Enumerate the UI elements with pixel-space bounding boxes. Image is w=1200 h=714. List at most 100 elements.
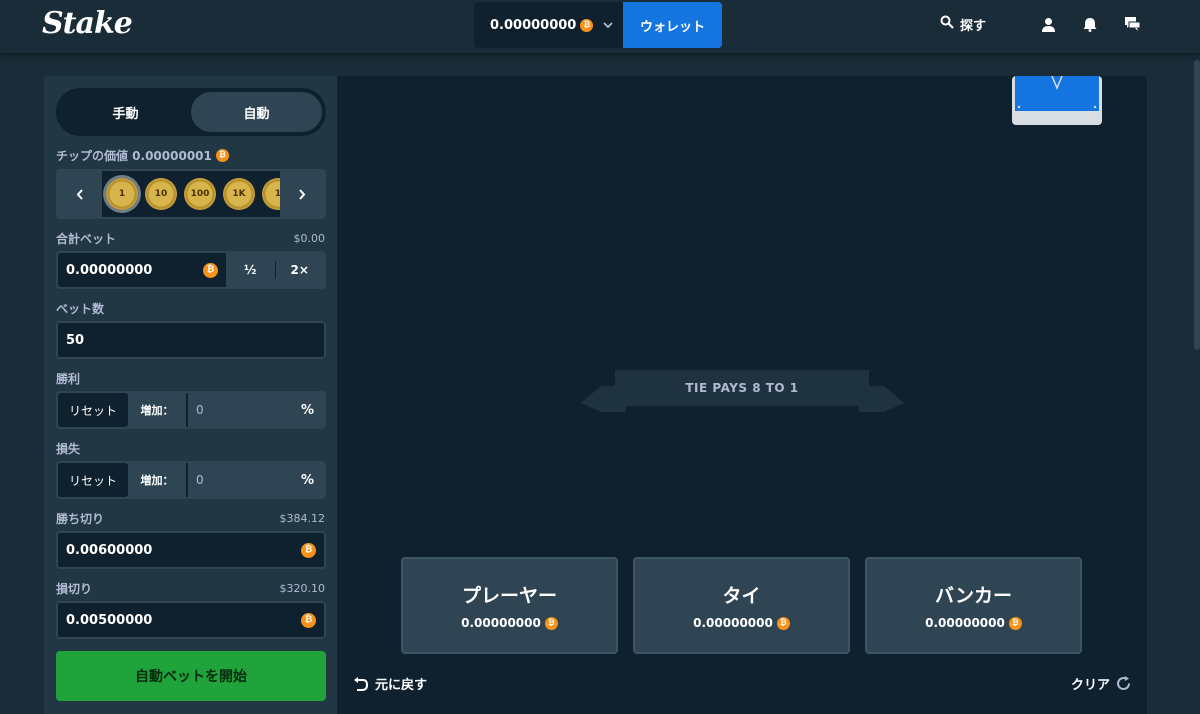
stop-profit-value: 0.00600000 [66, 542, 153, 558]
wallet-button[interactable]: ウォレット [623, 2, 722, 48]
chip-value-row: チップの価値 0.00000001 ₿ [56, 147, 325, 163]
btc-coin-icon: ₿ [203, 262, 218, 278]
stop-profit-label: 勝ち切り [56, 511, 105, 526]
stop-loss-value: 0.00500000 [66, 612, 153, 628]
chevron-left-icon [76, 188, 83, 200]
stake-logo[interactable]: Stake [42, 6, 133, 41]
bell-icon[interactable] [1080, 14, 1100, 34]
banker-amount: 0.00000000 [925, 616, 1005, 630]
total-bet-input[interactable]: 0.00000000 ₿ [58, 253, 226, 287]
on-win-reset-button[interactable]: リセット [58, 393, 128, 427]
stop-loss-usd: $320.10 [279, 581, 326, 595]
btc-coin-icon: ₿ [580, 18, 594, 32]
search-label: 探す [959, 18, 986, 34]
on-win-row: 勝利 [56, 370, 325, 386]
bet-count-label: ベット数 [56, 301, 105, 316]
tie-label: タイ [722, 585, 761, 607]
total-bet-usd: $0.00 [293, 231, 326, 245]
stop-profit-usd: $384.12 [279, 511, 326, 525]
bet-count-input[interactable]: 50 [56, 321, 326, 359]
refresh-icon [1117, 676, 1130, 690]
on-win-control: リセット 増加： 0 % [56, 391, 326, 429]
search-icon [940, 15, 954, 33]
search-button[interactable]: 探す [940, 15, 986, 34]
bet-sidebar: 手動 自動 チップの価値 0.00000001 ₿ 1 10 100 1K 1 … [44, 76, 337, 714]
on-loss-increase-button[interactable]: 増加： [128, 463, 186, 497]
baccarat-table: TIE PAYS 8 TO 1 プレーヤー 0.00000000 ₿ タイ 0.… [337, 76, 1147, 714]
balance-amount: 0.00000000 [490, 17, 577, 33]
tie-amount-row: 0.00000000 ₿ [693, 616, 790, 630]
stop-profit-input[interactable]: 0.00600000 ₿ [56, 531, 326, 569]
on-loss-row: 損失 [56, 440, 325, 456]
mode-toggle: 手動 自動 [56, 88, 326, 136]
chip-100[interactable]: 100 [184, 178, 216, 210]
total-bet-field: 0.00000000 ₿ ½ 2× [56, 251, 326, 289]
chip-1[interactable]: 1 [106, 178, 138, 210]
on-loss-percent-value: 0 [196, 473, 204, 487]
undo-icon [354, 676, 369, 691]
chevron-right-icon [299, 188, 306, 200]
chip-10[interactable]: 10 [145, 178, 177, 210]
start-autobet-button[interactable]: 自動ベットを開始 [56, 651, 326, 701]
chip-next-button[interactable] [280, 171, 324, 217]
double-bet-button[interactable]: 2× [276, 263, 325, 277]
total-bet-value: 0.00000000 [66, 262, 153, 278]
player-bet-spot[interactable]: プレーヤー 0.00000000 ₿ [401, 557, 618, 654]
balance-selector[interactable]: 0.00000000 ₿ [474, 2, 623, 48]
chip-1k[interactable]: 1K [223, 178, 255, 210]
player-amount: 0.00000000 [461, 616, 541, 630]
chip-selector: 1 10 100 1K 1 [56, 169, 326, 219]
tab-auto[interactable]: 自動 [191, 92, 322, 132]
on-win-label: 勝利 [56, 371, 81, 386]
btc-coin-icon: ₿ [301, 612, 316, 628]
total-bet-row: 合計ベット $0.00 [56, 230, 325, 246]
tie-bet-spot[interactable]: タイ 0.00000000 ₿ [633, 557, 850, 654]
undo-button[interactable]: 元に戻す [353, 674, 427, 693]
chip-track: 1 10 100 1K 1 [102, 171, 280, 217]
page-scrollbar[interactable] [1194, 60, 1200, 350]
clear-button[interactable]: クリア [1071, 674, 1131, 693]
btc-coin-icon: ₿ [776, 616, 790, 630]
stop-profit-row: 勝ち切り $384.12 [56, 510, 325, 526]
btc-coin-icon: ₿ [301, 542, 316, 558]
on-loss-label: 損失 [56, 441, 81, 456]
on-win-percent-input[interactable]: 0 % [186, 393, 324, 427]
on-loss-reset-button[interactable]: リセット [58, 463, 128, 497]
player-label: プレーヤー [461, 585, 557, 607]
tie-amount: 0.00000000 [693, 616, 773, 630]
btc-coin-icon: ₿ [215, 148, 229, 162]
chip-prev-button[interactable] [58, 171, 102, 217]
stop-loss-input[interactable]: 0.00500000 ₿ [56, 601, 326, 639]
wallet-group: 0.00000000 ₿ ウォレット [474, 2, 722, 48]
btc-coin-icon: ₿ [1008, 616, 1022, 630]
percent-unit: % [300, 402, 314, 418]
chat-icon[interactable] [1122, 14, 1142, 34]
card-shoe-icon [1012, 76, 1102, 125]
btc-coin-icon: ₿ [544, 616, 558, 630]
bet-count-value: 50 [66, 332, 85, 348]
tie-pays-banner: TIE PAYS 8 TO 1 [615, 370, 869, 406]
banker-bet-spot[interactable]: バンカー 0.00000000 ₿ [865, 557, 1082, 654]
chevron-down-icon [603, 19, 613, 32]
chip-value-label: チップの価値 0.00000001 [56, 148, 212, 163]
undo-label: 元に戻す [375, 678, 428, 693]
on-win-increase-button[interactable]: 増加： [128, 393, 186, 427]
chip-partial[interactable]: 1 [262, 178, 280, 210]
on-loss-percent-input[interactable]: 0 % [186, 463, 324, 497]
on-loss-control: リセット 増加： 0 % [56, 461, 326, 499]
stop-loss-row: 損切り $320.10 [56, 580, 325, 596]
percent-unit: % [300, 472, 314, 488]
bet-count-row: ベット数 [56, 300, 325, 316]
on-win-percent-value: 0 [196, 403, 204, 417]
user-icon[interactable] [1038, 14, 1058, 34]
half-bet-button[interactable]: ½ [226, 263, 275, 277]
tab-manual[interactable]: 手動 [60, 92, 191, 132]
header-actions: 探す [940, 14, 1142, 34]
top-bar: Stake 0.00000000 ₿ ウォレット 探す [0, 0, 1200, 53]
banker-amount-row: 0.00000000 ₿ [925, 616, 1022, 630]
stop-loss-label: 損切り [56, 581, 93, 596]
total-bet-label: 合計ベット [56, 231, 117, 246]
banker-label: バンカー [935, 585, 1012, 607]
player-amount-row: 0.00000000 ₿ [461, 616, 558, 630]
clear-label: クリア [1070, 678, 1110, 693]
